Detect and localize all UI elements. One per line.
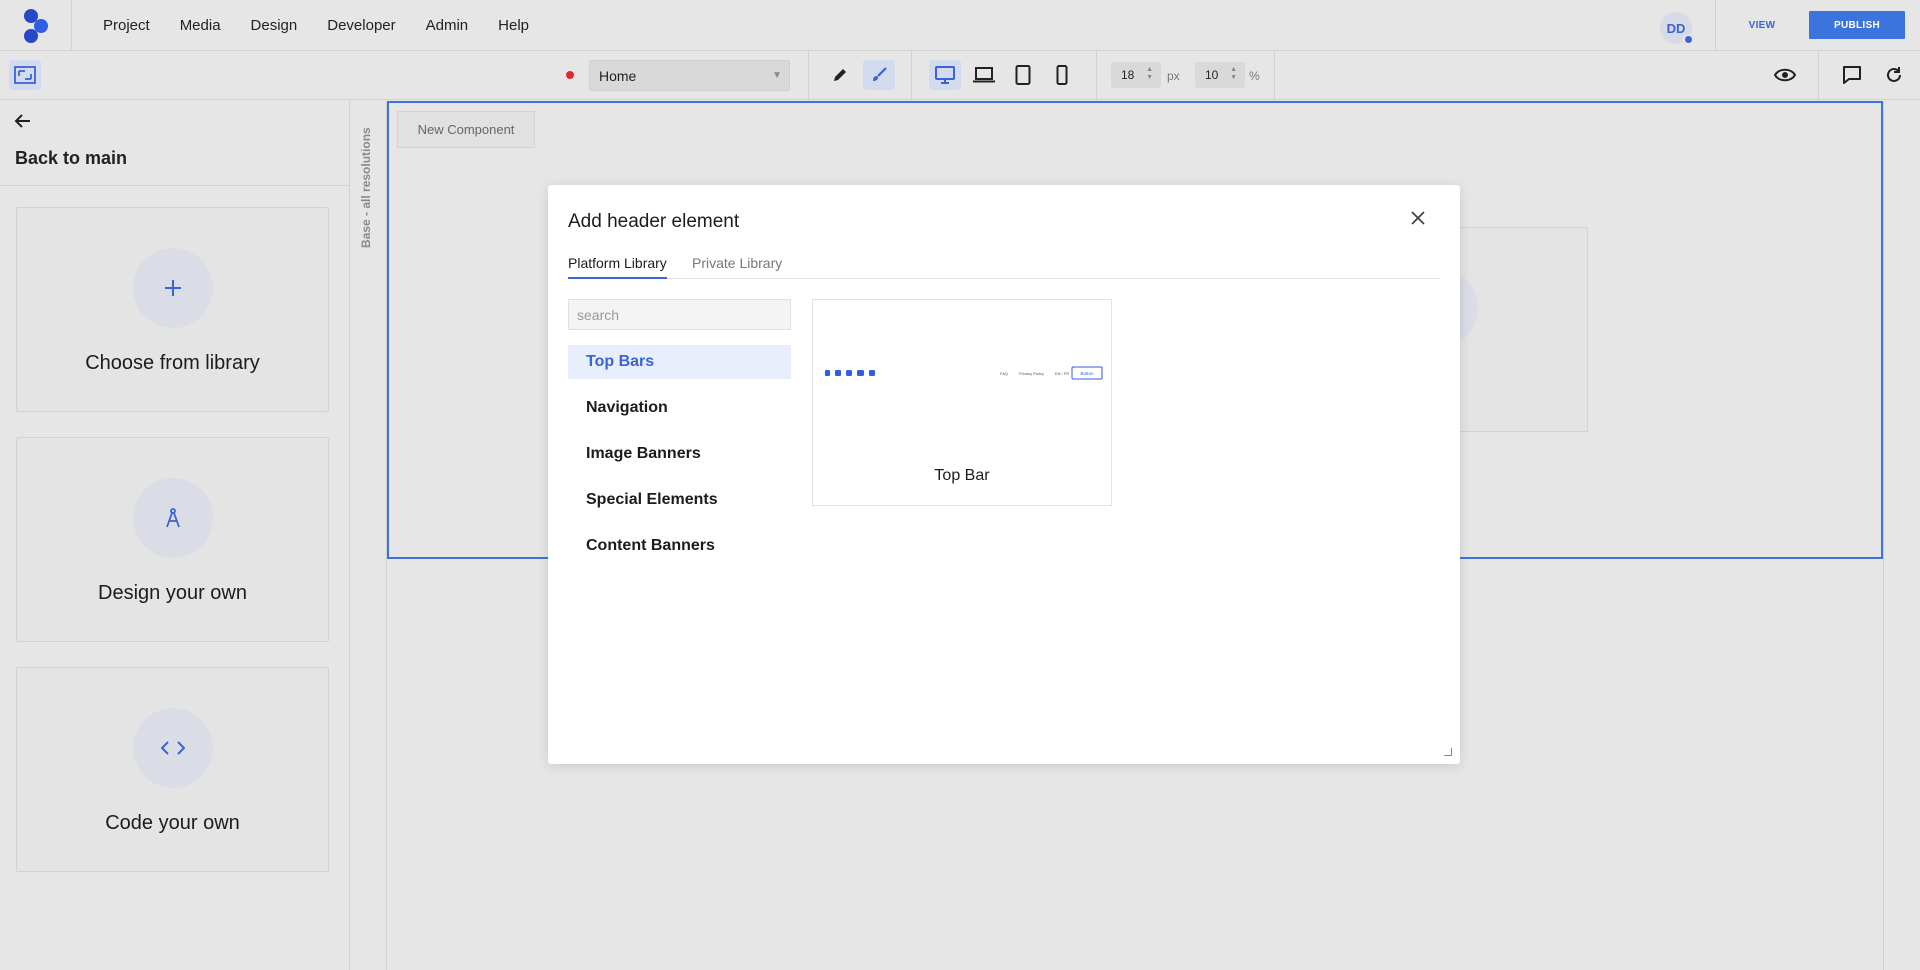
back-to-main-link[interactable]: Back to main (15, 148, 127, 169)
refresh-icon[interactable] (1878, 60, 1910, 90)
chevron-down-icon: ▼ (772, 70, 782, 81)
resolution-label: Base - all resolutions (356, 118, 376, 258)
eye-icon[interactable] (1769, 60, 1801, 90)
page-status-dot (566, 71, 574, 79)
avatar-status-dot (1683, 34, 1694, 45)
card-label: Choose from library (85, 352, 260, 374)
preview-link-language: EN / FR (1055, 371, 1069, 376)
library-item-top-bar[interactable]: FAQ Privacy Policy EN / FR Button Top Ba… (812, 299, 1112, 506)
tab-private-library[interactable]: Private Library (692, 255, 782, 277)
divider (808, 51, 809, 100)
publish-button[interactable]: PUBLISH (1809, 11, 1905, 39)
menu-help[interactable]: Help (483, 17, 544, 34)
resolution-label-text: Base - all resolutions (359, 127, 373, 248)
top-bar-preview: FAQ Privacy Policy EN / FR Button (825, 366, 1103, 380)
divider (911, 51, 912, 100)
design-your-own-card[interactable]: Design your own (16, 437, 329, 642)
category-content-banners[interactable]: Content Banners (568, 529, 791, 563)
comment-icon[interactable] (1836, 60, 1868, 90)
page-select[interactable]: Home ▼ (589, 60, 790, 91)
category-special-elements[interactable]: Special Elements (568, 483, 791, 517)
choose-from-library-card[interactable]: Choose from library (16, 207, 329, 412)
social-icons (825, 370, 875, 376)
pencil-icon[interactable] (824, 60, 856, 90)
page-select-value: Home (599, 68, 637, 84)
divider (1715, 0, 1716, 51)
avatar[interactable]: DD (1660, 12, 1694, 45)
menu-developer[interactable]: Developer (312, 17, 410, 34)
resize-handle-icon[interactable] (1444, 748, 1452, 756)
view-button[interactable]: VIEW (1736, 11, 1788, 39)
percent-unit: % (1249, 69, 1260, 83)
card-label: Design your own (98, 582, 247, 604)
tab-platform-library[interactable]: Platform Library (568, 255, 667, 279)
compass-icon (133, 478, 213, 558)
avatar-initials: DD (1666, 20, 1686, 36)
card-label: Code your own (105, 812, 240, 834)
library-tabs: Platform Library Private Library (568, 255, 1440, 279)
desktop-icon[interactable] (929, 60, 961, 90)
percent-stepper[interactable]: 10 ▲ ▼ (1195, 62, 1245, 88)
divider (1274, 51, 1275, 100)
brush-icon[interactable] (863, 60, 895, 90)
size-stepper[interactable]: 18 ▲ ▼ (1111, 62, 1161, 88)
menu-media[interactable]: Media (165, 17, 236, 34)
layout-icon (14, 66, 36, 84)
spin-arrows-icon[interactable]: ▲ ▼ (1230, 66, 1237, 82)
app-logo-icon[interactable] (0, 0, 72, 51)
tablet-icon[interactable] (1007, 60, 1039, 90)
plus-icon (133, 248, 213, 328)
preview-link-privacy: Privacy Policy (1019, 371, 1044, 376)
menu-project[interactable]: Project (88, 17, 165, 34)
menu-admin[interactable]: Admin (411, 17, 484, 34)
new-component-button[interactable]: New Component (397, 111, 535, 148)
menu-design[interactable]: Design (236, 17, 313, 34)
editor-toolbar: Home ▼ 18 ▲ ▼ px 10 ▲ ▼ % (0, 51, 1920, 100)
back-arrow-icon[interactable] (14, 113, 32, 134)
percent-value: 10 (1205, 68, 1219, 82)
left-panel: Back to main Choose from library Design … (0, 101, 350, 970)
search-input[interactable] (568, 299, 791, 330)
category-navigation[interactable]: Navigation (568, 391, 791, 425)
category-image-banners[interactable]: Image Banners (568, 437, 791, 471)
preview-button-label: Button (1080, 371, 1094, 376)
main-menu: Project Media Design Developer Admin Hel… (88, 0, 544, 51)
spin-arrows-icon[interactable]: ▲ ▼ (1146, 66, 1153, 82)
mobile-icon[interactable] (1046, 60, 1078, 90)
library-item-label: Top Bar (934, 467, 990, 484)
layout-toggle-button[interactable] (9, 60, 41, 90)
divider (1096, 51, 1097, 100)
laptop-icon[interactable] (968, 60, 1000, 90)
dialog-title: Add header element (568, 211, 740, 232)
add-header-element-dialog: Add header element Platform Library Priv… (548, 185, 1460, 764)
preview-link-faq: FAQ (1000, 371, 1008, 376)
code-icon (133, 708, 213, 788)
top-navbar: Project Media Design Developer Admin Hel… (0, 0, 1920, 51)
size-value: 18 (1121, 68, 1135, 82)
divider (0, 185, 350, 186)
size-unit: px (1167, 69, 1180, 83)
code-your-own-card[interactable]: Code your own (16, 667, 329, 872)
divider (1818, 51, 1819, 100)
close-icon[interactable] (1409, 209, 1427, 227)
category-top-bars[interactable]: Top Bars (568, 345, 791, 379)
